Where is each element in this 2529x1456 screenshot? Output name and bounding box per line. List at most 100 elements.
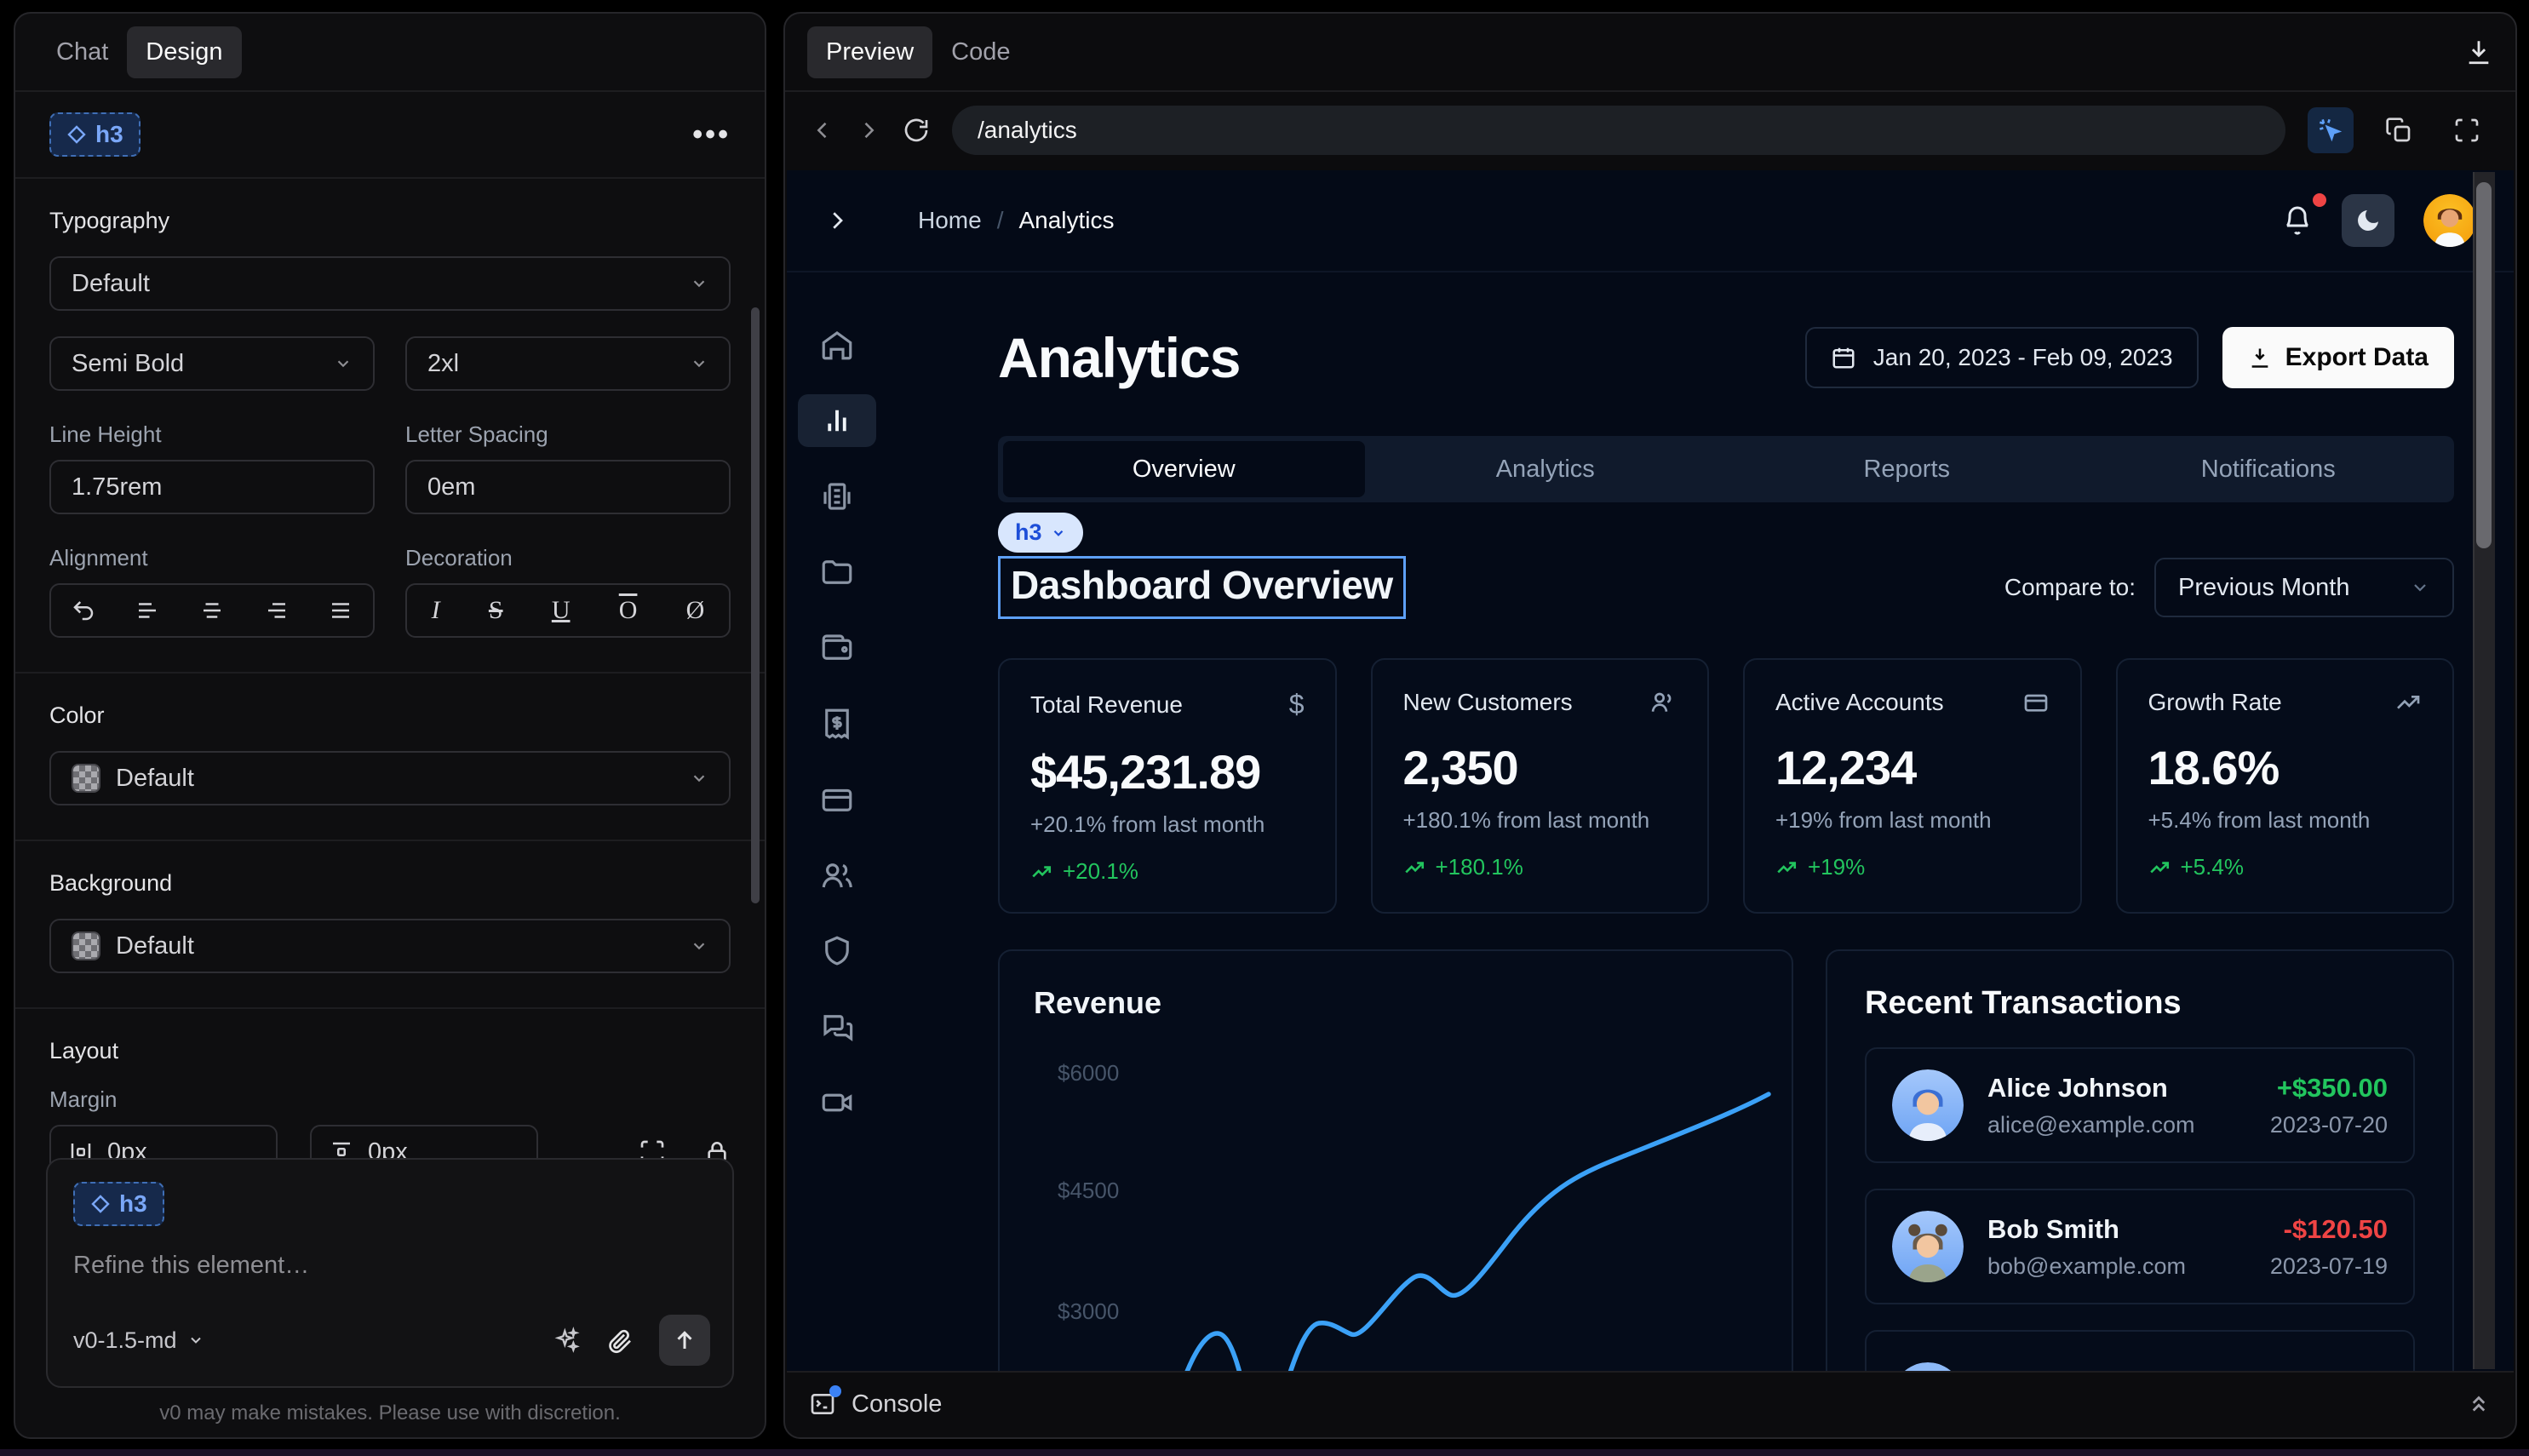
background-label: Background [49,870,731,897]
sidebar-messages-icon[interactable] [798,1000,876,1053]
sidebar-invoices-icon[interactable] [798,470,876,523]
letter-spacing-label: Letter Spacing [405,421,731,448]
no-decoration-icon[interactable]: Ø [686,596,705,625]
download-icon[interactable] [2464,37,2493,66]
design-panel: Chat Design h3 ••• Typography Default [14,12,766,1439]
transaction-name: Alice Johnson [1987,1073,2195,1103]
preview-toolbar: /analytics [785,92,2515,169]
section-title-selected[interactable]: Dashboard Overview [998,556,1406,619]
sparkles-icon[interactable] [553,1327,581,1354]
margin-label: Margin [49,1086,731,1113]
sidebar-users-icon[interactable] [798,849,876,902]
element-menu-button[interactable]: ••• [692,118,731,152]
disclaimer-text: v0 may make mistakes. Please use with di… [15,1402,765,1425]
tab-overview[interactable]: Overview [1003,441,1365,497]
strikethrough-icon[interactable]: S [489,596,503,625]
refine-input[interactable]: Refine this element… [73,1252,707,1280]
send-button[interactable] [659,1315,710,1366]
color-section: Color Default [49,674,731,840]
alignment-label: Alignment [49,545,375,571]
letter-spacing-input[interactable]: 0em [405,460,731,514]
select-element-tool-icon[interactable] [2308,107,2354,153]
diamond-icon [66,124,87,145]
design-panel-scrollbar[interactable] [751,307,760,903]
export-data-button[interactable]: Export Data [2222,327,2454,388]
color-select[interactable]: Default [49,751,731,805]
compare-label: Compare to: [2004,574,2136,601]
sidebar-analytics-icon[interactable] [798,394,876,447]
selected-element-row: h3 ••• [15,92,765,179]
transaction-row[interactable]: Bob Smith bob@example.com -$120.50 2023-… [1865,1189,2415,1304]
italic-icon[interactable]: I [432,596,440,625]
tab-notifications[interactable]: Notifications [2088,441,2450,497]
back-icon[interactable] [811,118,834,142]
url-input[interactable]: /analytics [952,106,2285,155]
paperclip-icon[interactable] [606,1327,634,1354]
transaction-row-partial[interactable] [1865,1330,2415,1371]
transaction-date: 2023-07-19 [2270,1253,2388,1280]
align-justify-icon[interactable] [328,598,353,623]
trending-up-icon [1030,861,1052,883]
tab-chat[interactable]: Chat [37,26,127,78]
sidebar-shield-icon[interactable] [798,925,876,977]
preview-scrollbar-thumb[interactable] [2476,182,2492,548]
chevron-down-icon [690,354,708,373]
chat-element-badge[interactable]: h3 [73,1182,164,1226]
model-select[interactable]: v0-1.5-md [73,1327,204,1354]
underline-icon[interactable]: U [552,596,571,625]
sidebar-receipt-icon[interactable] [798,697,876,750]
transaction-email: alice@example.com [1987,1112,2195,1138]
selected-element-badge[interactable]: h3 [49,112,140,157]
compare-select[interactable]: Previous Month [2154,558,2454,617]
date-range-picker[interactable]: Jan 20, 2023 - Feb 09, 2023 [1805,327,2199,388]
chevrons-up-icon[interactable] [2466,1391,2492,1417]
chevron-down-icon [690,937,708,955]
sidebar-folder-icon[interactable] [798,546,876,599]
sidebar-video-icon[interactable] [798,1076,876,1129]
sidebar-expand-icon[interactable] [824,208,850,233]
selected-element-label: h3 [95,121,123,148]
sidebar-credit-card-icon[interactable] [798,773,876,826]
refresh-icon[interactable] [903,117,930,144]
trending-up-icon [1775,857,1798,879]
calendar-icon [1831,345,1856,370]
dark-mode-toggle[interactable] [2342,194,2394,247]
dashboard-main: Analytics Jan 20, 2023 - Feb 09, 2023 Ex… [887,272,2514,1371]
stat-card-active-accounts: Active Accounts 12,234 +19% from last mo… [1743,658,2082,914]
undo-alignment-icon[interactable] [71,598,96,623]
user-avatar[interactable] [2423,194,2476,247]
line-height-input[interactable]: 1.75rem [49,460,375,514]
font-weight-select[interactable]: Semi Bold [49,336,375,391]
breadcrumb-home-link[interactable]: Home [918,207,982,234]
console-bar[interactable]: Console [787,1371,2514,1436]
sidebar-home-icon[interactable] [798,318,876,371]
align-left-icon[interactable] [135,598,160,623]
stat-card-new-customers: New Customers 2,350 +180.1% from last mo… [1371,658,1710,914]
notifications-bell-icon[interactable] [2282,205,2313,236]
stat-change: +180.1% from last month [1403,807,1677,834]
transaction-row[interactable]: Alice Johnson alice@example.com +$350.00… [1865,1047,2415,1163]
transaction-amount: +$350.00 [2270,1073,2388,1103]
tab-code[interactable]: Code [932,26,1029,78]
font-family-select[interactable]: Default [49,256,731,311]
font-size-select[interactable]: 2xl [405,336,731,391]
sidebar-wallet-icon[interactable] [798,622,876,674]
tab-analytics[interactable]: Analytics [1365,441,1727,497]
background-select[interactable]: Default [49,919,731,973]
transaction-date: 2023-07-20 [2270,1112,2388,1138]
stat-value: 12,234 [1775,740,2050,795]
tab-design[interactable]: Design [127,26,241,78]
align-right-icon[interactable] [264,598,290,623]
dollar-icon: $ [1289,689,1305,720]
align-center-icon[interactable] [199,598,225,623]
overline-icon[interactable]: O [619,596,638,625]
forward-icon[interactable] [857,118,880,142]
copy-icon[interactable] [2376,107,2422,153]
tab-preview[interactable]: Preview [807,26,932,78]
fullscreen-icon[interactable] [2444,107,2490,153]
tab-reports[interactable]: Reports [1726,441,2088,497]
stat-change: +5.4% from last month [2148,807,2423,834]
transaction-amount: -$120.50 [2270,1214,2388,1245]
trending-up-icon [2394,689,2422,716]
inspector-tag-pill[interactable]: h3 [998,513,1083,553]
